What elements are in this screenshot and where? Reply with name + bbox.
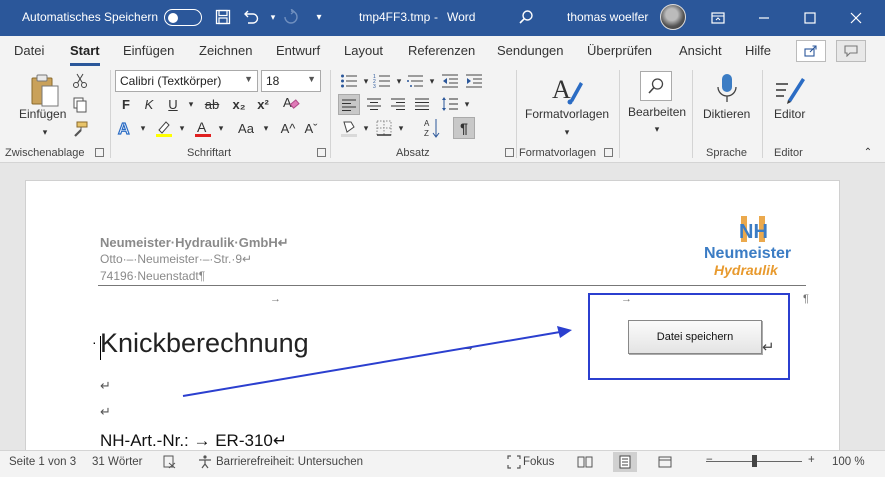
focus-icon[interactable] — [507, 455, 521, 472]
accessibility-icon[interactable] — [198, 455, 212, 472]
zoom-slider-thumb[interactable] — [752, 455, 757, 467]
zoom-level[interactable]: 100 % — [832, 456, 865, 468]
word-count[interactable]: 31 Wörter — [92, 456, 143, 468]
web-layout-icon[interactable] — [653, 452, 677, 472]
print-layout-icon[interactable] — [613, 452, 637, 472]
zoom-in-button[interactable]: + — [808, 454, 815, 466]
accessibility-status[interactable]: Barrierefreiheit: Untersuchen — [216, 456, 363, 468]
focus-label[interactable]: Fokus — [523, 456, 554, 468]
read-mode-icon[interactable] — [573, 452, 597, 472]
zoom-out-button[interactable]: − — [706, 454, 713, 466]
page-count[interactable]: Seite 1 von 3 — [9, 456, 76, 468]
annotation-arrow — [182, 326, 572, 397]
proofing-icon[interactable] — [163, 455, 177, 472]
